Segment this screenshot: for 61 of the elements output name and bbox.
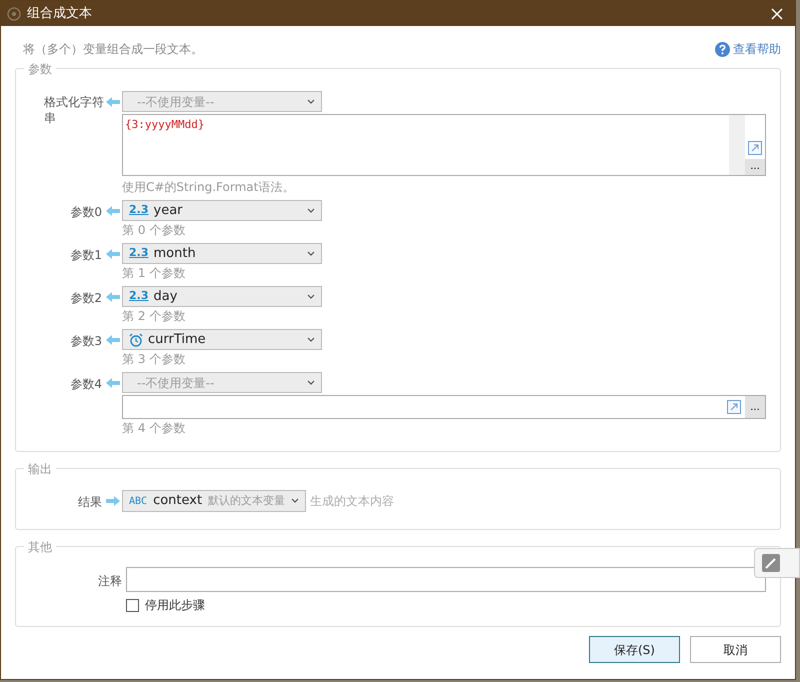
expand-button[interactable]	[748, 141, 762, 155]
field-label: 参数1	[70, 248, 102, 262]
field-label: 参数4	[70, 377, 102, 391]
field-hint: 使用C#的String.Format语法。	[122, 179, 296, 196]
field-hint: 第 4 个参数	[122, 420, 186, 437]
expand-button[interactable]	[727, 400, 741, 414]
arrow-left-icon	[106, 249, 120, 259]
field-label: 结果	[78, 495, 102, 509]
field-hint: 第 3 个参数	[122, 351, 186, 368]
text-type-icon: ABC	[129, 494, 148, 508]
edit-tool-button[interactable]	[761, 553, 781, 573]
arrow-left-icon	[106, 97, 120, 107]
help-icon	[715, 42, 730, 56]
field-label: 参数2	[70, 291, 102, 305]
field-label: 参数3	[70, 334, 102, 348]
variable-dropdown[interactable]: 2.3 day	[122, 286, 322, 307]
chevron-icon	[307, 208, 315, 214]
format-text-area[interactable]: {3:yyyyMMdd} ...	[122, 114, 766, 176]
arrow-left-icon	[106, 335, 120, 345]
more-button[interactable]: ...	[745, 159, 765, 175]
close-icon	[771, 8, 783, 20]
number-type-icon: 2.3	[129, 202, 148, 219]
cancel-button[interactable]: 取消	[690, 636, 781, 663]
field-hint: 生成的文本内容	[310, 493, 394, 510]
disable-step-checkbox[interactable]: 停用此步骤	[126, 596, 766, 614]
group-legend: 参数	[24, 60, 56, 78]
field-hint: 第 2 个参数	[122, 308, 186, 325]
save-button[interactable]: 保存(S)	[589, 636, 680, 663]
field-hint: 第 0 个参数	[122, 222, 186, 239]
comment-field[interactable]	[126, 567, 766, 592]
clock-icon	[129, 332, 143, 346]
variable-dropdown[interactable]: 2.3 month	[122, 243, 322, 264]
more-button[interactable]: ...	[745, 396, 765, 418]
arrow-left-icon	[106, 292, 120, 302]
variable-dropdown[interactable]: ABC context 默认的文本变量	[122, 490, 306, 512]
field-label: 格式化字符串	[44, 95, 104, 125]
app-icon	[7, 6, 21, 20]
field-label: 注释	[98, 574, 122, 588]
number-type-icon: 2.3	[129, 245, 148, 262]
window-title: 组合成文本	[27, 4, 93, 23]
variable-dropdown[interactable]: 2.3 year	[122, 200, 322, 221]
help-link[interactable]: 查看帮助	[715, 40, 781, 58]
number-type-icon: 2.3	[129, 288, 148, 305]
format-value: {3:yyyyMMdd}	[124, 117, 206, 133]
value-field[interactable]: ...	[122, 395, 766, 419]
variable-dropdown[interactable]: currTime	[122, 329, 322, 350]
arrow-right-icon	[106, 496, 120, 506]
arrow-left-icon	[106, 206, 120, 216]
chevron-icon	[291, 498, 300, 504]
arrow-left-icon	[106, 378, 120, 388]
scrollbar	[729, 115, 745, 175]
chevron-icon	[307, 98, 315, 104]
chevron-icon	[307, 380, 315, 386]
field-label: 参数0	[70, 205, 102, 219]
chevron-icon	[307, 294, 315, 300]
description: 将（多个）变量组合成一段文本。	[23, 41, 203, 58]
chevron-icon	[307, 336, 315, 342]
group-legend: 其他	[24, 538, 56, 556]
chevron-icon	[307, 250, 315, 256]
group-legend: 输出	[24, 460, 56, 478]
field-hint: 第 1 个参数	[122, 265, 186, 282]
